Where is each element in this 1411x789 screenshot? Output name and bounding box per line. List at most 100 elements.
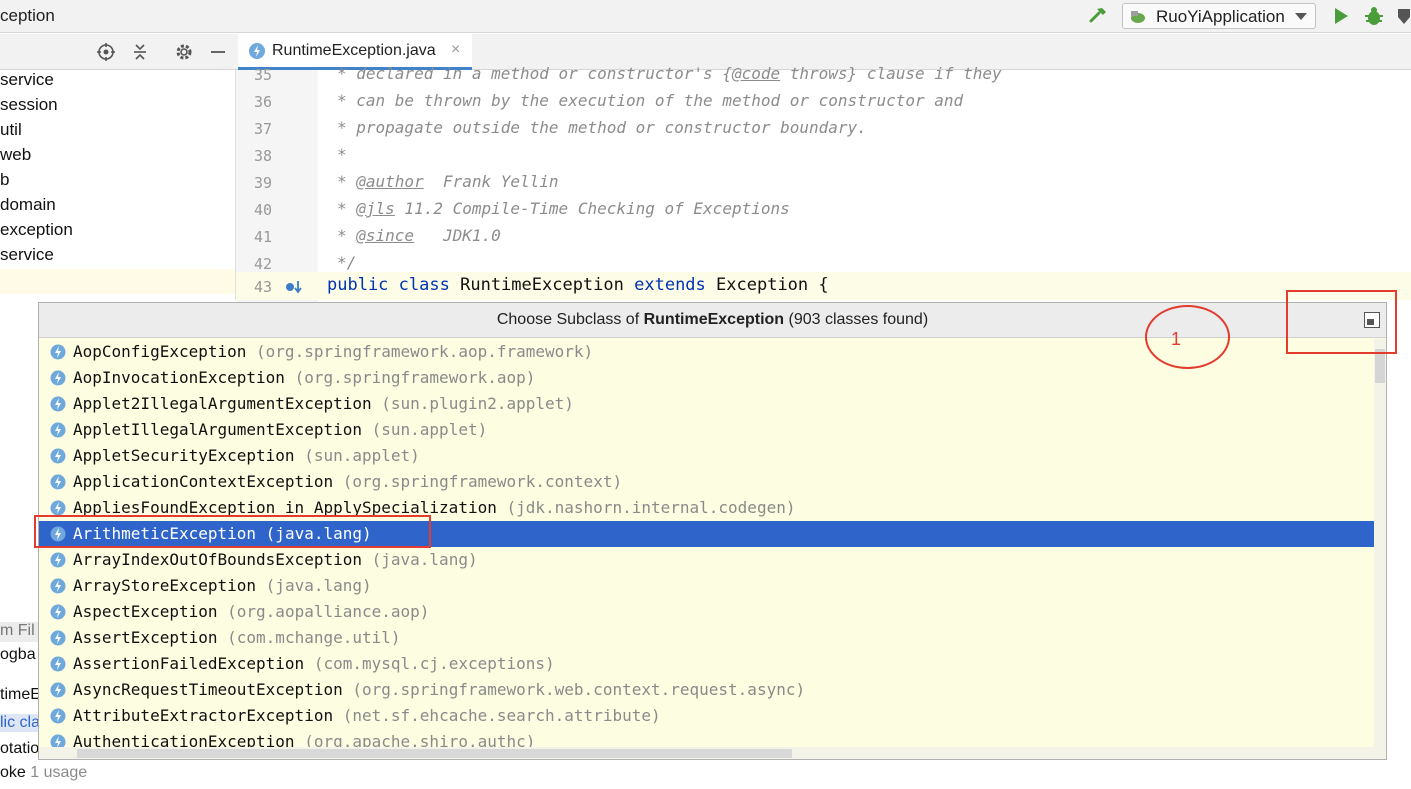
keyword-class: class <box>398 275 450 295</box>
vertical-scrollbar[interactable] <box>1374 339 1386 759</box>
keyword-extends: extends <box>634 275 706 295</box>
debug-bug-icon[interactable] <box>1364 6 1384 26</box>
class-entry: AopInvocationException (org.springframew… <box>73 368 535 387</box>
line-number: 37 <box>253 120 272 138</box>
package-name: (net.sf.ehcache.search.attribute) <box>342 706 661 725</box>
package-name: (org.springframework.context) <box>342 472 623 491</box>
class-name: AssertionFailedException <box>73 654 305 673</box>
comment-text: * can be thrown by the execution of the … <box>337 91 964 110</box>
list-item[interactable]: AttributeExtractorException (net.sf.ehca… <box>39 703 1386 729</box>
package-name: (org.springframework.aop) <box>294 368 536 387</box>
package-name: (org.springframework.web.context.request… <box>352 680 806 699</box>
javadoc-tag: @author <box>356 172 424 191</box>
class-entry: AssertException (com.mchange.util) <box>73 628 401 647</box>
list-item[interactable]: AssertException (com.mchange.util) <box>39 625 1386 651</box>
build-hammer-icon[interactable] <box>1088 5 1108 25</box>
leftover-label-3: lic cla <box>0 714 38 732</box>
project-panel-header <box>0 34 236 70</box>
class-entry: AppletIllegalArgumentException (sun.appl… <box>73 420 487 439</box>
exception-class-icon <box>50 552 66 568</box>
close-icon[interactable]: × <box>451 41 460 59</box>
class-name: Applet2IllegalArgumentException <box>73 394 372 413</box>
run-play-icon[interactable] <box>1333 7 1349 25</box>
class-entry: ArrayIndexOutOfBoundsException (java.lan… <box>73 550 478 569</box>
class-name: AopInvocationException <box>73 368 285 387</box>
tree-item[interactable]: web <box>0 145 31 170</box>
comment-text: Frank Yellin <box>423 172 559 191</box>
line-number: 43 <box>253 278 272 296</box>
locate-target-icon[interactable] <box>96 42 116 62</box>
chevron-down-icon <box>1295 13 1307 20</box>
tree-item[interactable]: b <box>0 170 9 195</box>
tree-item[interactable]: util <box>0 120 22 145</box>
list-item[interactable]: AsyncRequestTimeoutException (org.spring… <box>39 677 1386 703</box>
package-name: (org.aopalliance.aop) <box>227 602 430 621</box>
tree-item[interactable]: domain <box>0 195 56 220</box>
line-number: 38 <box>253 147 272 165</box>
package-name: (jdk.nashorn.internal.codegen) <box>506 498 796 517</box>
run-configuration-select[interactable]: RuoYiApplication <box>1122 3 1316 29</box>
comment-line: * @since JDK1.0 <box>337 226 501 248</box>
implemented-arrow-icon[interactable] <box>285 279 303 295</box>
comment-line: * propagate outside the method or constr… <box>337 118 867 140</box>
exception-class-icon <box>50 422 66 438</box>
annotation-box-pin <box>1286 290 1397 354</box>
run-configuration-label: RuoYiApplication <box>1156 7 1285 26</box>
list-item[interactable]: ArrayIndexOutOfBoundsException (java.lan… <box>39 547 1386 573</box>
exception-class-icon <box>50 682 66 698</box>
comment-line: * declared in a method or constructor's … <box>337 64 1002 86</box>
class-name: AppletSecurityException <box>73 446 295 465</box>
class-name: RuntimeException <box>460 275 624 295</box>
leftover-label-1: ogba <box>0 646 36 663</box>
line-number: 35 <box>253 66 272 84</box>
collapse-all-icon[interactable] <box>130 42 150 62</box>
javadoc-tag: @since <box>356 226 415 245</box>
list-item[interactable]: ArrayStoreException (java.lang) <box>39 573 1386 599</box>
class-name: ArrayStoreException <box>73 576 257 595</box>
class-name: AopConfigException <box>73 342 247 361</box>
package-name: (java.lang) <box>265 576 372 595</box>
exception-class-icon <box>50 578 66 594</box>
tree-item[interactable]: service <box>0 70 54 95</box>
list-item[interactable]: Applet2IllegalArgumentException (sun.plu… <box>39 391 1386 417</box>
popup-title: Choose Subclass of RuntimeException (903… <box>496 311 929 328</box>
horizontal-scrollbar[interactable] <box>39 747 1374 759</box>
class-name: AspectException <box>73 602 218 621</box>
tree-item[interactable]: service <box>0 245 54 270</box>
scrollbar-thumb[interactable] <box>1375 349 1385 383</box>
class-entry: ApplicationContextException (org.springf… <box>73 472 622 491</box>
annotation-number: 1 <box>1171 329 1182 349</box>
coverage-shield-icon[interactable] <box>1397 7 1411 25</box>
package-name: (org.springframework.aop.framework) <box>256 342 594 361</box>
list-item[interactable]: AspectException (org.aopalliance.aop) <box>39 599 1386 625</box>
base-class: Exception { <box>716 275 829 295</box>
scrollbar-thumb[interactable] <box>77 749 792 758</box>
leftover-label-2: timeE <box>0 686 38 703</box>
list-item[interactable]: AppletIllegalArgumentException (sun.appl… <box>39 417 1386 443</box>
exception-class-icon <box>50 396 66 412</box>
tree-item[interactable]: session <box>0 95 58 120</box>
package-name: (sun.applet) <box>371 420 488 439</box>
exception-class-icon <box>50 656 66 672</box>
comment-text: JDK1.0 <box>414 226 501 245</box>
package-name: (com.mchange.util) <box>227 628 401 647</box>
comment-text: * <box>337 199 357 218</box>
tree-selection-highlight <box>0 269 236 294</box>
list-item[interactable]: ApplicationContextException (org.springf… <box>39 469 1386 495</box>
gear-icon[interactable] <box>174 42 194 62</box>
class-name: ApplicationContextException <box>73 472 334 491</box>
comment-line: */ <box>337 253 356 275</box>
comment-line: * <box>337 145 347 167</box>
class-entry: AspectException (org.aopalliance.aop) <box>73 602 429 621</box>
comment-text: * declared in a method or constructor's … <box>337 64 732 83</box>
exception-class-icon <box>50 500 66 516</box>
title-bar: ception RuoYiApplication <box>0 0 1411 33</box>
tree-item[interactable]: exception <box>0 220 73 245</box>
subclass-list[interactable]: AopConfigException (org.springframework.… <box>39 339 1386 759</box>
exception-class-icon <box>50 604 66 620</box>
minimize-icon[interactable] <box>208 42 228 62</box>
list-item[interactable]: AppletSecurityException (sun.applet) <box>39 443 1386 469</box>
list-item[interactable]: AssertionFailedException (com.mysql.cj.e… <box>39 651 1386 677</box>
comment-text: * <box>337 172 357 191</box>
line-number: 41 <box>253 228 272 246</box>
